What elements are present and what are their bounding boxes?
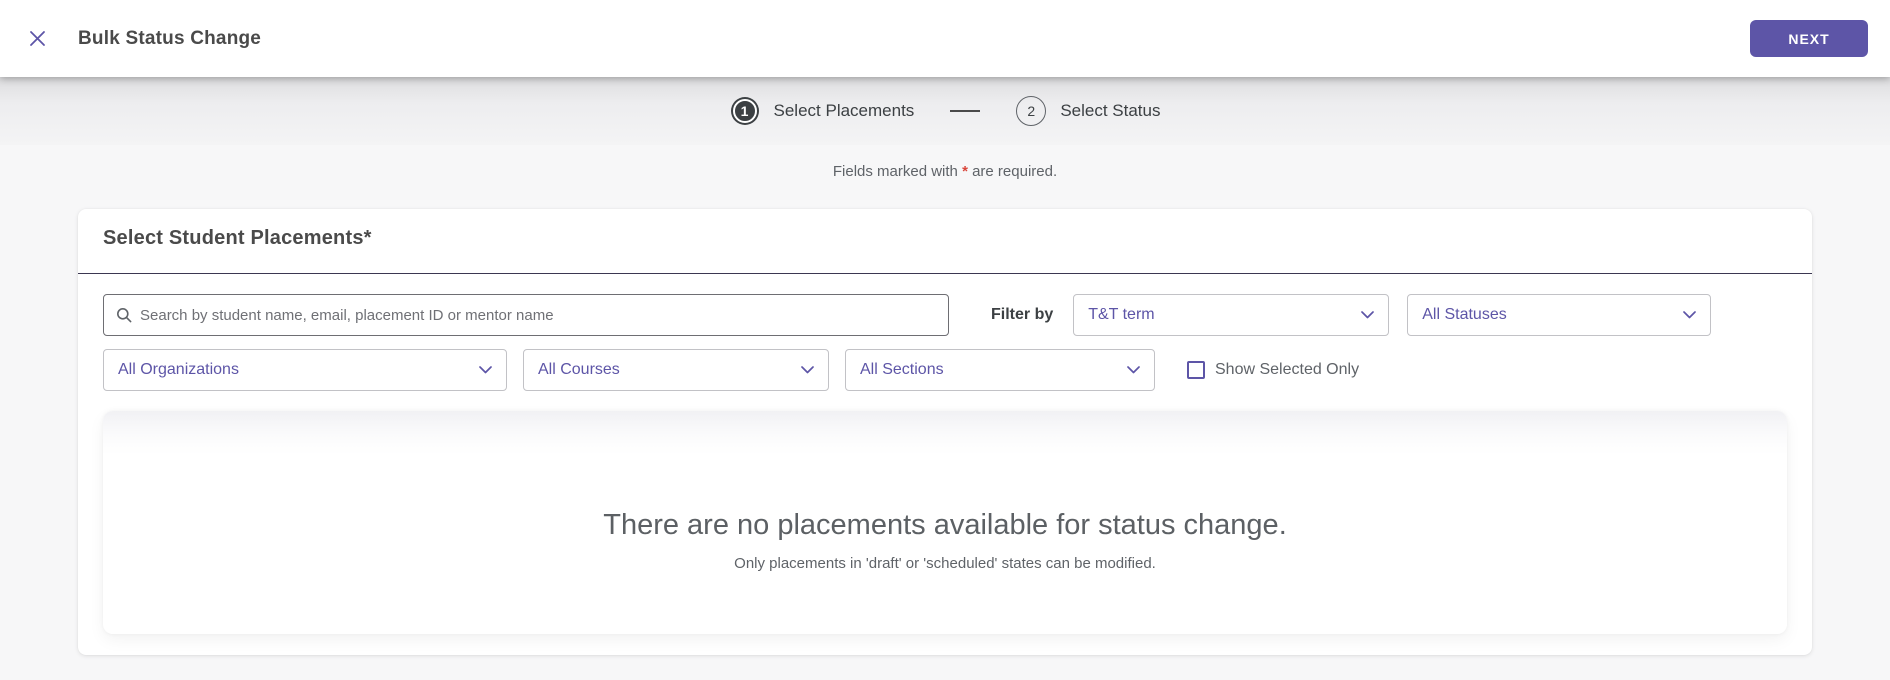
content-area: Fields marked with * are required. Selec…	[0, 145, 1890, 680]
chevron-down-icon	[1683, 311, 1697, 319]
filter-row-primary: Filter by T&T term All Statuses	[103, 294, 1787, 336]
empty-state-title: There are no placements available for st…	[603, 509, 1287, 541]
required-note-prefix: Fields marked with	[832, 163, 963, 180]
empty-state-subtitle: Only placements in 'draft' or 'scheduled…	[734, 555, 1156, 572]
term-select[interactable]: T&T term	[1073, 294, 1390, 336]
sections-select[interactable]: All Sections	[845, 349, 1155, 391]
search-icon	[116, 307, 132, 323]
step-2-label: Select Status	[1060, 101, 1161, 120]
required-note-suffix: are required.	[967, 163, 1058, 180]
step-select-status[interactable]: 2 Select Status	[1016, 96, 1160, 126]
close-button[interactable]	[22, 24, 52, 54]
courses-select-value: All Courses	[538, 361, 620, 378]
select-placements-card: Select Student Placements* Filter by T&T…	[78, 209, 1812, 655]
step-separator-line	[950, 110, 981, 112]
sections-select-value: All Sections	[860, 361, 944, 378]
card-body: Filter by T&T term All Statuses	[78, 274, 1812, 634]
chevron-down-icon	[801, 366, 814, 374]
page-title: Bulk Status Change	[78, 27, 262, 49]
courses-select[interactable]: All Courses	[523, 349, 829, 391]
step-2-badge: 2	[1016, 96, 1047, 126]
step-select-placements[interactable]: 1 Select Placements	[730, 96, 915, 126]
step-1-label: Select Placements	[773, 101, 915, 120]
chevron-down-icon	[1127, 366, 1140, 374]
term-select-value: T&T term	[1088, 306, 1155, 323]
statuses-select[interactable]: All Statuses	[1407, 294, 1712, 336]
top-bar: Bulk Status Change NEXT	[0, 0, 1890, 77]
required-fields-note: Fields marked with * are required.	[0, 163, 1890, 180]
statuses-select-value: All Statuses	[1422, 306, 1507, 323]
placement-search-input[interactable]	[140, 306, 936, 324]
show-selected-only-label: Show Selected Only	[1215, 361, 1360, 378]
organizations-select-value: All Organizations	[118, 361, 239, 378]
organizations-select[interactable]: All Organizations	[103, 349, 507, 391]
show-selected-only-toggle[interactable]: Show Selected Only	[1187, 361, 1359, 379]
next-button[interactable]: NEXT	[1750, 20, 1868, 57]
checkbox-unchecked-icon	[1187, 361, 1205, 379]
stepper: 1 Select Placements 2 Select Status	[0, 77, 1890, 145]
search-box	[103, 294, 949, 336]
bulk-status-change-page: Bulk Status Change NEXT 1 Select Placeme…	[0, 0, 1890, 680]
filter-row-secondary: All Organizations All Courses All Sectio…	[103, 349, 1787, 391]
card-header: Select Student Placements*	[78, 209, 1812, 274]
card-heading-asterisk: *	[363, 227, 372, 249]
filter-by-label: Filter by	[991, 306, 1054, 323]
placements-empty-state: There are no placements available for st…	[103, 411, 1787, 634]
step-1-badge: 1	[732, 99, 757, 123]
close-icon	[29, 30, 46, 47]
chevron-down-icon	[479, 366, 492, 374]
card-heading: Select Student Placements	[103, 227, 364, 249]
chevron-down-icon	[1361, 311, 1375, 319]
